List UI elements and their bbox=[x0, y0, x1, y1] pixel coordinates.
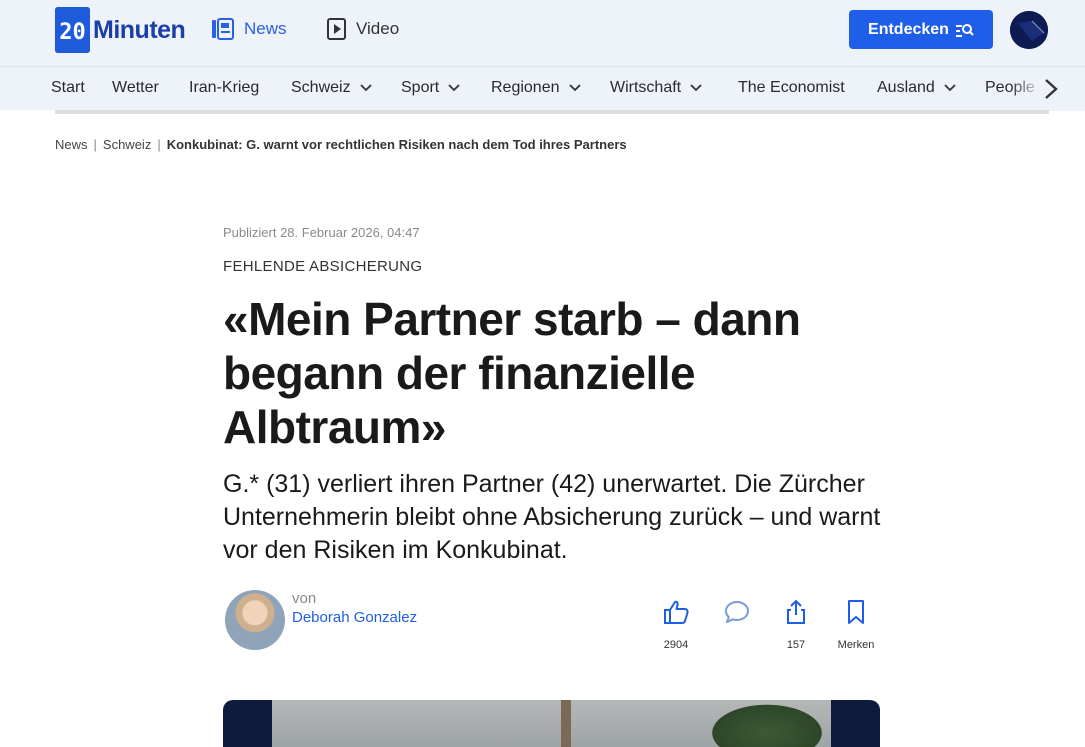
like-count: 2904 bbox=[663, 639, 689, 651]
profile-icon bbox=[1010, 11, 1048, 49]
category-ausland[interactable]: Ausland bbox=[877, 79, 956, 97]
comment-button[interactable] bbox=[707, 598, 767, 639]
nav-video-label: Video bbox=[356, 19, 400, 38]
chevron-right-icon[interactable] bbox=[1040, 77, 1062, 101]
svg-text:20: 20 bbox=[59, 20, 86, 45]
bookmark-button[interactable]: Merken bbox=[826, 598, 886, 651]
article-hero-image[interactable] bbox=[223, 700, 880, 747]
share-button[interactable]: 157 bbox=[766, 598, 826, 651]
nav-video[interactable]: Video bbox=[327, 18, 399, 40]
breadcrumb-separator: | bbox=[157, 137, 161, 152]
video-icon bbox=[327, 18, 346, 40]
user-avatar[interactable] bbox=[1010, 11, 1048, 49]
breadcrumb-current: Konkubinat: G. warnt vor rechtlichen Ris… bbox=[166, 137, 627, 152]
author-name-link[interactable]: Deborah Gonzalez bbox=[292, 609, 417, 626]
search-list-icon bbox=[955, 23, 974, 37]
bookmark-icon bbox=[848, 600, 864, 624]
category-wetter[interactable]: Wetter bbox=[112, 79, 159, 97]
article-lead: G.* (31) verliert ihren Partner (42) une… bbox=[223, 470, 881, 564]
author-avatar[interactable] bbox=[225, 590, 285, 650]
category-wirtschaft[interactable]: Wirtschaft bbox=[610, 79, 702, 97]
logo-mark-icon: 20 bbox=[55, 7, 90, 53]
bookmark-label: Merken bbox=[837, 639, 875, 651]
top-header: 20 Minuten News Video Entdecken bbox=[0, 0, 1085, 66]
entdecken-button[interactable]: Entdecken bbox=[849, 10, 993, 49]
entdecken-label: Entdecken bbox=[868, 20, 949, 38]
share-icon bbox=[787, 599, 805, 624]
author-prefix: von bbox=[292, 590, 317, 607]
nav-news[interactable]: News bbox=[211, 18, 287, 40]
like-button[interactable]: 2904 bbox=[646, 598, 706, 651]
chevron-down-icon bbox=[448, 84, 460, 92]
comment-icon bbox=[725, 601, 749, 623]
breadcrumb-schweiz[interactable]: Schweiz bbox=[103, 137, 151, 152]
category-schweiz[interactable]: Schweiz bbox=[291, 79, 372, 97]
header-divider bbox=[55, 110, 1049, 114]
category-sport[interactable]: Sport bbox=[401, 79, 460, 97]
category-regionen[interactable]: Regionen bbox=[491, 79, 581, 97]
thumbs-up-icon bbox=[664, 600, 689, 624]
breadcrumb: News | Schweiz | Konkubinat: G. warnt vo… bbox=[55, 137, 627, 152]
nav-news-label: News bbox=[244, 19, 287, 38]
chevron-down-icon bbox=[690, 84, 702, 92]
category-the-economist[interactable]: The Economist bbox=[738, 79, 845, 97]
category-iran-krieg[interactable]: Iran-Krieg bbox=[189, 79, 259, 97]
share-count: 157 bbox=[786, 639, 806, 651]
chevron-down-icon bbox=[359, 84, 372, 92]
chevron-down-icon bbox=[944, 84, 956, 92]
article-headline: «Mein Partner starb – dann begann der fi… bbox=[223, 293, 801, 453]
breadcrumb-separator: | bbox=[93, 137, 97, 152]
hero-photo-pole bbox=[561, 700, 571, 747]
chevron-down-icon bbox=[568, 84, 581, 92]
hero-photo-tree bbox=[703, 700, 831, 747]
site-logo[interactable]: 20 Minuten bbox=[55, 7, 186, 53]
logo-text: Minuten bbox=[93, 15, 186, 44]
category-nav: Start Wetter Iran-Krieg Schweiz Sport Re… bbox=[0, 66, 1085, 111]
breadcrumb-news[interactable]: News bbox=[55, 137, 88, 152]
article-kicker: FEHLENDE ABSICHERUNG bbox=[223, 258, 423, 275]
news-icon bbox=[212, 18, 234, 40]
category-start[interactable]: Start bbox=[51, 79, 85, 97]
publish-date: Publiziert 28. Februar 2026, 04:47 bbox=[223, 225, 420, 240]
